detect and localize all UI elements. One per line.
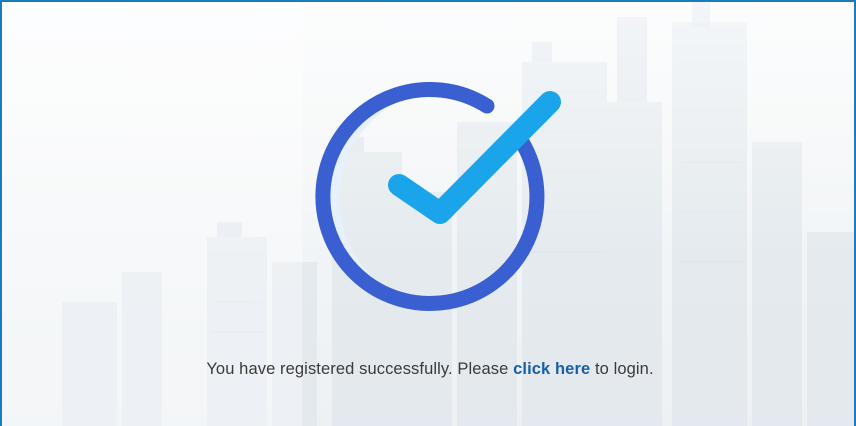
- success-message-prefix: You have registered successfully. Please: [206, 360, 514, 378]
- registration-success-panel: You have registered successfully. Please…: [0, 0, 856, 426]
- success-check-circle-icon: [302, 82, 572, 312]
- login-link[interactable]: click here: [513, 360, 590, 378]
- success-message: You have registered successfully. Please…: [2, 360, 854, 379]
- success-message-suffix: to login.: [590, 360, 654, 378]
